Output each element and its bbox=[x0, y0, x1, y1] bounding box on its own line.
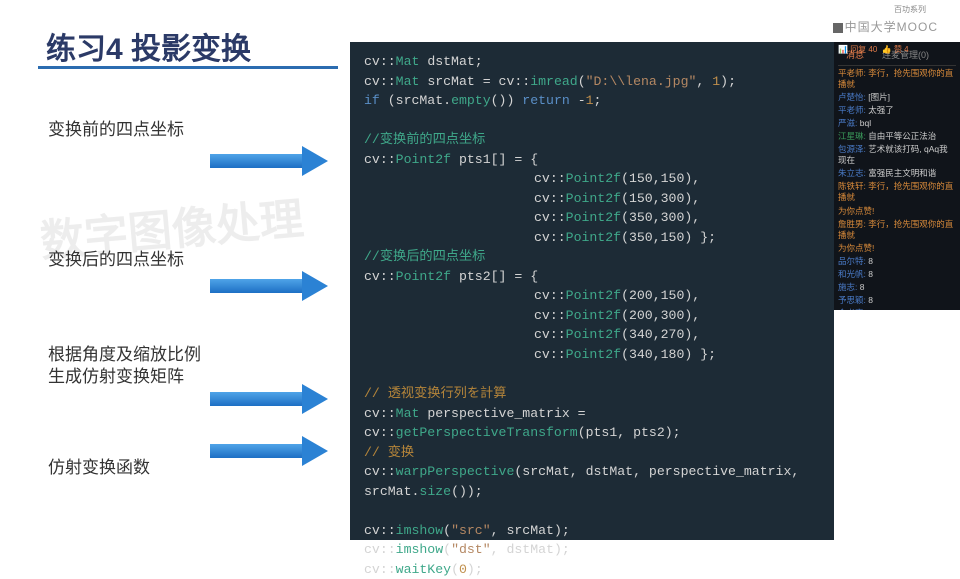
code-line: cv::waitKey(0); bbox=[364, 560, 820, 579]
annotation-2: 变换后的四点坐标 bbox=[48, 245, 184, 270]
code-line: cv::Mat srcMat = cv::imread("D:\\lena.jp… bbox=[364, 72, 820, 92]
code-line: cv::Point2f(340,180) }; bbox=[364, 345, 820, 365]
code-line: cv::Mat dstMat; bbox=[364, 52, 820, 72]
chat-message: 平老师: 李行，抢先围观你的直播就 bbox=[838, 68, 956, 90]
code-line bbox=[364, 501, 820, 521]
chat-message: 为你点赞! bbox=[838, 206, 956, 217]
chat-message: 和光帆: 8 bbox=[838, 269, 956, 280]
code-line: cv::Point2f pts1[] = { bbox=[364, 150, 820, 170]
chat-message: 包源泽: 艺术就该打码, qAq我现在 bbox=[838, 144, 956, 166]
arrow-icon bbox=[210, 275, 330, 297]
code-line: if (srcMat.empty()) return -1; bbox=[364, 91, 820, 111]
chat-message: 江星琳: 自由平等公正法治 bbox=[838, 131, 956, 142]
chat-message: 平老师: 太强了 bbox=[838, 105, 956, 116]
code-line: cv::imshow("dst", dstMat); bbox=[364, 540, 820, 560]
brand-cn: 中国大学 bbox=[845, 20, 897, 34]
chat-message: 品尔特: 8 bbox=[838, 256, 956, 267]
chat-message: 施志: 8 bbox=[838, 282, 956, 293]
chat-message: 陈铁轩: 李行，抢先围观你的直播就 bbox=[838, 181, 956, 203]
code-line: cv::Point2f(200,150), bbox=[364, 286, 820, 306]
brand-en: MOOC bbox=[897, 20, 938, 34]
live-stats: 📊 回复 40 👍 赞 4 bbox=[838, 44, 909, 55]
chat-message: 予思颖: 8 bbox=[838, 295, 956, 306]
arrow-icon bbox=[210, 440, 330, 462]
chat-message: 为你点赞! bbox=[838, 243, 956, 254]
code-line: cv::Point2f(150,300), bbox=[364, 189, 820, 209]
arrow-icon bbox=[210, 150, 330, 172]
annotation-1: 变换前的四点坐标 bbox=[48, 115, 184, 140]
code-line bbox=[364, 365, 820, 385]
brand-logo: 中国大学MOOC bbox=[833, 18, 938, 35]
chat-message: 詹胜男: 李行，抢先围观你的直播就 bbox=[838, 219, 956, 241]
code-comment: //变换后的四点坐标 bbox=[364, 247, 820, 267]
code-panel: cv::Mat dstMat; cv::Mat srcMat = cv::imr… bbox=[350, 42, 834, 540]
top-bar: 中国大学MOOC 百功系列 bbox=[806, 2, 956, 40]
code-line: cv::Point2f(340,270), bbox=[364, 325, 820, 345]
annotation-3-line2: 生成仿射变换矩阵 bbox=[48, 362, 184, 387]
chat-message: 严滋: bql bbox=[838, 118, 956, 129]
code-line: cv::warpPerspective(srcMat, dstMat, pers… bbox=[364, 462, 820, 501]
chat-message: 卢楚怡: [图片] bbox=[838, 92, 956, 103]
code-line bbox=[364, 111, 820, 131]
annotations-column: 变换前的四点坐标 变换后的四点坐标 根据角度及缩放比例 生成仿射变换矩阵 仿射变… bbox=[0, 0, 350, 540]
code-line: cv::Point2f(200,300), bbox=[364, 306, 820, 326]
brand-small: 百功系列 bbox=[894, 4, 926, 15]
chat-message: 朱立志: 富强民主文明和谐 bbox=[838, 168, 956, 179]
arrow-icon bbox=[210, 388, 330, 410]
code-comment: //变换前的四点坐标 bbox=[364, 130, 820, 150]
chat-panel: 消息 连麦管理(0) 平老师: 李行，抢先围观你的直播就 卢楚怡: [图片] 平… bbox=[834, 42, 960, 310]
annotation-4: 仿射变换函数 bbox=[48, 453, 150, 478]
code-line: cv::Mat perspective_matrix = cv::getPers… bbox=[364, 404, 820, 443]
code-line: cv::Point2f(150,150), bbox=[364, 169, 820, 189]
code-line: cv::Point2f(350,300), bbox=[364, 208, 820, 228]
code-comment: // 透视变换行列を計算 bbox=[364, 384, 820, 404]
logo-icon bbox=[833, 23, 843, 33]
code-line: cv::Point2f pts2[] = { bbox=[364, 267, 820, 287]
chat-message: 金书宜: 8 bbox=[838, 308, 956, 310]
code-comment: // 变换 bbox=[364, 443, 820, 463]
code-line: cv::Point2f(350,150) }; bbox=[364, 228, 820, 248]
code-line: cv::imshow("src", srcMat); bbox=[364, 521, 820, 541]
